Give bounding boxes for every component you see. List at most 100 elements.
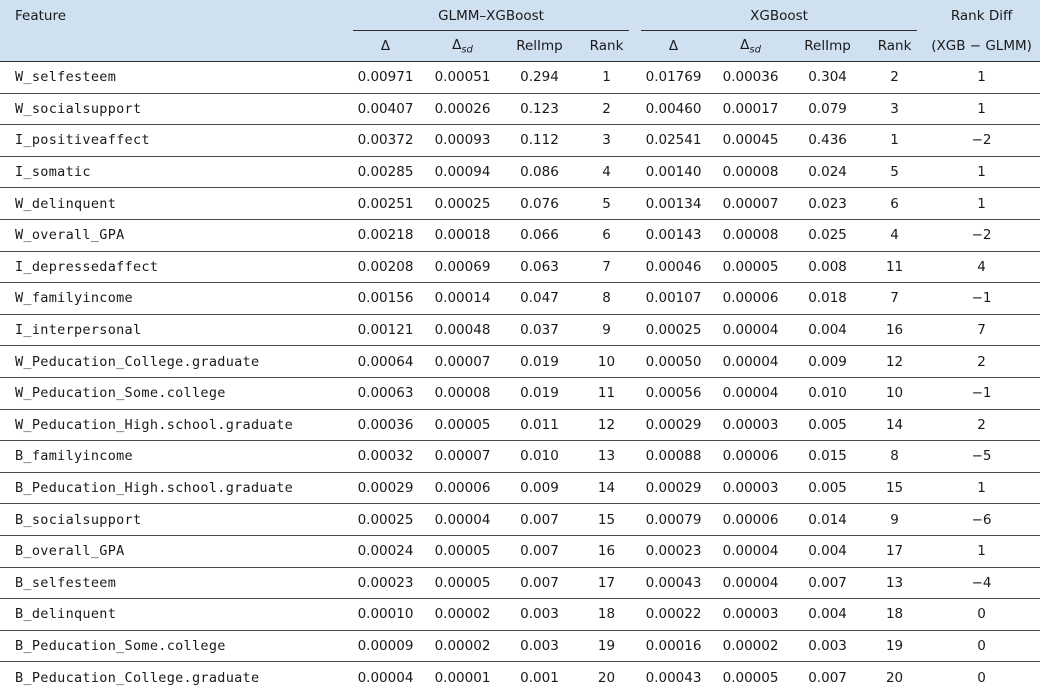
glmm-rank-cell: 18 bbox=[578, 598, 636, 631]
xgb-delta-sd-cell: 0.00004 bbox=[712, 314, 790, 347]
table-row: W_selfesteem 0.00971 0.00051 0.294 1 0.01769 0… bbox=[0, 61, 1040, 94]
xgb-relimp-cell: 0.018 bbox=[789, 282, 867, 315]
glmm-delta-cell: 0.00121 bbox=[347, 314, 424, 347]
xgb-rank-cell: 18 bbox=[866, 598, 924, 631]
table-row: I_positiveaffect 0.00372 0.00093 0.112 3 0.02… bbox=[0, 124, 1040, 157]
table-row: B_selfesteem 0.00023 0.00005 0.007 17 0.00043… bbox=[0, 567, 1040, 600]
table-row: W_Peducation_Some.college 0.00063 0.00008 0… bbox=[0, 377, 1040, 410]
xgb-delta-sd-cell: 0.00045 bbox=[712, 124, 790, 157]
xgb-rank-header: Rank bbox=[866, 31, 924, 62]
xgb-rank-cell: 14 bbox=[866, 409, 924, 442]
feature-cell: W_delinquent bbox=[0, 187, 347, 220]
group-rule bbox=[641, 30, 918, 31]
xgb-delta-sd-cell: 0.00003 bbox=[712, 472, 790, 505]
glmm-rank-cell: 9 bbox=[578, 314, 636, 347]
feature-cell: W_Peducation_Some.college bbox=[0, 377, 347, 410]
sd-subscript: sd bbox=[749, 44, 761, 56]
table-row: B_socialsupport 0.00025 0.00004 0.007 15 0.00… bbox=[0, 503, 1040, 536]
glmm-delta-cell: 0.00218 bbox=[347, 219, 424, 252]
glmm-rank-cell: 7 bbox=[578, 251, 636, 284]
xgb-relimp-cell: 0.005 bbox=[789, 472, 867, 505]
feature-cell: B_selfesteem bbox=[0, 567, 347, 600]
glmm-relimp-cell: 0.066 bbox=[501, 219, 578, 252]
glmm-delta-sd-cell: 0.00002 bbox=[424, 598, 501, 631]
xgb-rank-cell: 2 bbox=[866, 61, 924, 94]
table-row: B_Peducation_College.graduate 0.00004 0.00… bbox=[0, 662, 1040, 693]
sd-subscript: sd bbox=[461, 44, 473, 56]
xgb-delta-cell: 0.00029 bbox=[635, 472, 713, 505]
glmm-relimp-header: RelImp bbox=[501, 31, 578, 62]
glmm-rank-header: Rank bbox=[578, 31, 636, 62]
table-row: W_Peducation_High.school.graduate 0.00036… bbox=[0, 409, 1040, 442]
rank-diff-cell: 1 bbox=[923, 61, 1040, 94]
xgb-delta-cell: 0.00016 bbox=[635, 630, 713, 663]
glmm-rank-cell: 16 bbox=[578, 535, 636, 568]
rank-diff-cell: 1 bbox=[923, 156, 1040, 189]
rank-diff-cell: 1 bbox=[923, 535, 1040, 568]
xgb-rank-cell: 12 bbox=[866, 345, 924, 378]
glmm-relimp-cell: 0.010 bbox=[501, 440, 578, 473]
xgb-rank-cell: 3 bbox=[866, 93, 924, 126]
table-row: I_somatic 0.00285 0.00094 0.086 4 0.00140 0.00… bbox=[0, 156, 1040, 189]
rank-diff-cell: 1 bbox=[923, 187, 1040, 220]
xgb-relimp-cell: 0.004 bbox=[789, 535, 867, 568]
glmm-delta-cell: 0.00036 bbox=[347, 409, 424, 442]
glmm-delta-cell: 0.00010 bbox=[347, 598, 424, 631]
xgb-delta-cell: 0.00088 bbox=[635, 440, 713, 473]
feature-cell: B_familyincome bbox=[0, 440, 347, 473]
glmm-relimp-cell: 0.063 bbox=[501, 251, 578, 284]
glmm-rank-cell: 2 bbox=[578, 93, 636, 126]
xgb-delta-cell: 0.00079 bbox=[635, 503, 713, 536]
glmm-rank-cell: 10 bbox=[578, 345, 636, 378]
glmm-delta-cell: 0.00032 bbox=[347, 440, 424, 473]
glmm-delta-sd-cell: 0.00005 bbox=[424, 409, 501, 442]
delta-symbol: Δ bbox=[740, 36, 750, 53]
xgb-delta-cell: 0.00107 bbox=[635, 282, 713, 315]
feature-cell: B_Peducation_High.school.graduate bbox=[0, 472, 347, 505]
glmm-rank-cell: 3 bbox=[578, 124, 636, 157]
table-body: W_selfesteem 0.00971 0.00051 0.294 1 0.01769 0… bbox=[0, 61, 1040, 693]
xgb-delta-sd-cell: 0.00007 bbox=[712, 187, 790, 220]
xgb-delta-cell: 0.00134 bbox=[635, 187, 713, 220]
glmm-delta-sd-header: Δsd bbox=[424, 31, 501, 62]
xgb-delta-sd-cell: 0.00002 bbox=[712, 630, 790, 663]
glmm-delta-sd-cell: 0.00094 bbox=[424, 156, 501, 189]
glmm-delta-cell: 0.00156 bbox=[347, 282, 424, 315]
xgb-delta-sd-header: Δsd bbox=[712, 31, 790, 62]
rank-diff-cell: −6 bbox=[923, 503, 1040, 536]
rank-diff-cell: 7 bbox=[923, 314, 1040, 347]
glmm-delta-sd-cell: 0.00018 bbox=[424, 219, 501, 252]
glmm-delta-sd-cell: 0.00026 bbox=[424, 93, 501, 126]
feature-subheader-blank bbox=[0, 31, 347, 62]
xgb-relimp-cell: 0.005 bbox=[789, 409, 867, 442]
xgb-delta-sd-cell: 0.00036 bbox=[712, 61, 790, 94]
feature-cell: I_depressedaffect bbox=[0, 251, 347, 284]
glmm-delta-cell: 0.00064 bbox=[347, 345, 424, 378]
glmm-xgboost-group-header: GLMM–XGBoost bbox=[347, 0, 636, 31]
glmm-delta-cell: 0.00009 bbox=[347, 630, 424, 663]
rank-diff-cell: 0 bbox=[977, 669, 986, 686]
xgb-delta-cell: 0.00025 bbox=[635, 314, 713, 347]
glmm-rank-cell: 14 bbox=[578, 472, 636, 505]
rank-diff-cell: −5 bbox=[923, 440, 1040, 473]
xgb-rank-cell: 1 bbox=[866, 124, 924, 157]
xgb-relimp-header: RelImp bbox=[789, 31, 867, 62]
glmm-relimp-cell: 0.007 bbox=[501, 535, 578, 568]
glmm-delta-sd-cell: 0.00007 bbox=[424, 440, 501, 473]
xgb-relimp-cell: 0.009 bbox=[789, 345, 867, 378]
xgb-relimp-cell: 0.023 bbox=[789, 187, 867, 220]
feature-cell: B_socialsupport bbox=[0, 503, 347, 536]
glmm-relimp-cell: 0.007 bbox=[501, 567, 578, 600]
xgb-delta-header: Δ bbox=[635, 31, 713, 62]
xgb-relimp-cell: 0.015 bbox=[789, 440, 867, 473]
table-row: I_interpersonal 0.00121 0.00048 0.037 9 0.000… bbox=[0, 314, 1040, 347]
glmm-delta-cell: 0.00023 bbox=[347, 567, 424, 600]
glmm-delta-sd-cell: 0.00004 bbox=[424, 503, 501, 536]
glmm-xgboost-group-label: GLMM–XGBoost bbox=[438, 7, 544, 24]
xgb-rank-cell: 8 bbox=[866, 440, 924, 473]
table-row: W_socialsupport 0.00407 0.00026 0.123 2 0.004… bbox=[0, 93, 1040, 126]
glmm-relimp-cell: 0.112 bbox=[501, 124, 578, 157]
glmm-rank-cell: 12 bbox=[578, 409, 636, 442]
xgb-delta-cell: 0.00023 bbox=[635, 535, 713, 568]
glmm-relimp-cell: 0.001 bbox=[520, 669, 559, 686]
